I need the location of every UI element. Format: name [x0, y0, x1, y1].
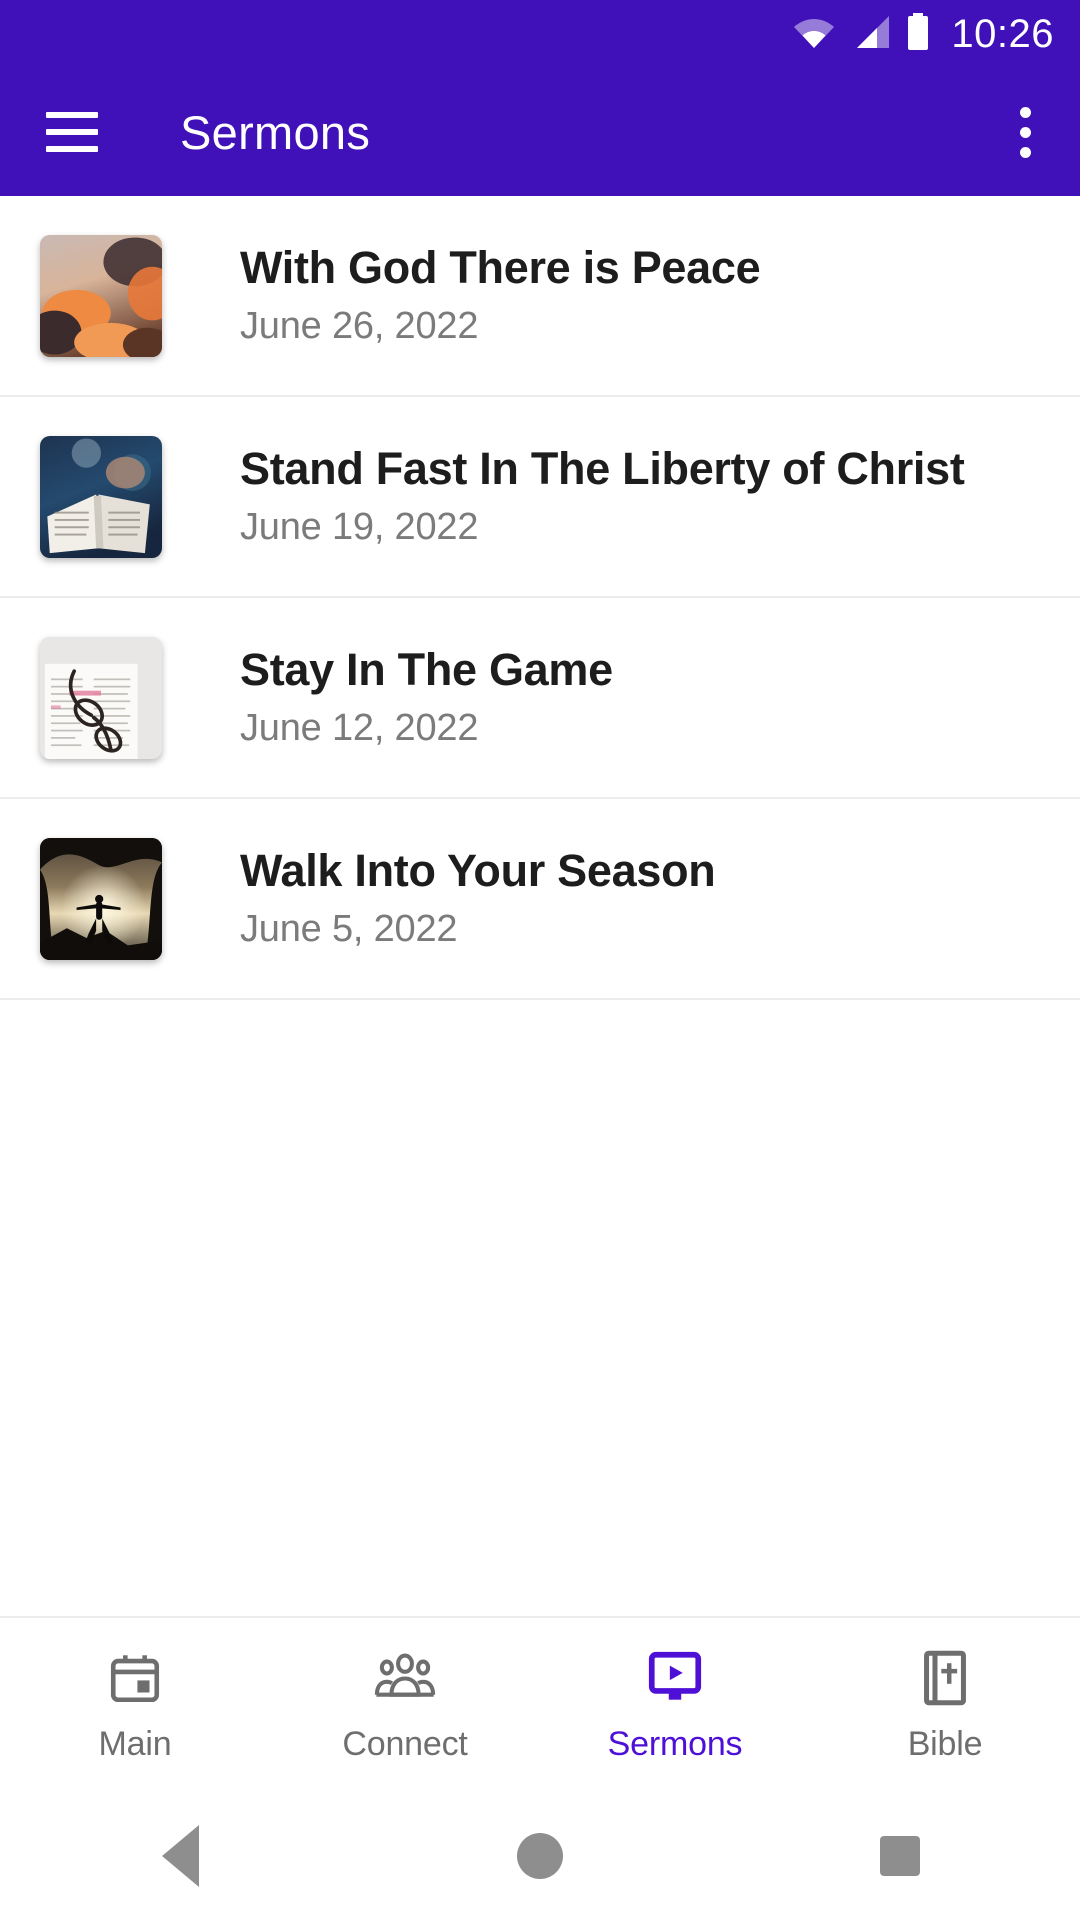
system-navigation-bar: [0, 1792, 1080, 1920]
bottom-tab-bar: Main Connect Sermons Bible: [0, 1616, 1080, 1792]
sermon-text: Walk Into Your Season June 5, 2022: [240, 845, 716, 950]
bible-book-cross-icon: [917, 1647, 973, 1709]
tab-label: Main: [98, 1724, 172, 1763]
recents-square-icon[interactable]: [840, 1816, 960, 1896]
tab-sermons[interactable]: Sermons: [540, 1618, 810, 1792]
list-item[interactable]: Stay In The Game June 12, 2022: [0, 598, 1080, 799]
sermon-text: With God There is Peace June 26, 2022: [240, 242, 761, 347]
calendar-icon: [106, 1647, 164, 1709]
cellular-signal-icon: [849, 15, 891, 54]
sermon-thumbnail: [40, 636, 162, 759]
list-item[interactable]: Stand Fast In The Liberty of Christ June…: [0, 397, 1080, 598]
video-monitor-play-icon: [644, 1647, 706, 1709]
wifi-icon: [793, 15, 835, 54]
back-triangle-icon[interactable]: [120, 1816, 240, 1896]
page-title: Sermons: [180, 105, 371, 159]
sermon-thumbnail: [40, 234, 162, 357]
sermon-text: Stay In The Game June 12, 2022: [240, 644, 613, 749]
sermon-title: Stand Fast In The Liberty of Christ: [240, 443, 965, 495]
sermon-title: With God There is Peace: [240, 242, 761, 294]
sermon-date: June 19, 2022: [240, 505, 479, 548]
status-bar: 10:26: [0, 0, 1080, 68]
sermon-date: June 5, 2022: [240, 907, 458, 950]
tab-bible[interactable]: Bible: [810, 1618, 1080, 1792]
more-vertical-icon[interactable]: [1000, 97, 1050, 167]
app-root: 10:26 Sermons With God There is Peace Ju…: [0, 0, 1080, 1920]
sermon-date: June 26, 2022: [240, 304, 479, 347]
tab-label: Connect: [342, 1724, 468, 1763]
sermon-title: Walk Into Your Season: [240, 845, 716, 897]
app-bar: Sermons: [0, 68, 1080, 196]
sermon-title: Stay In The Game: [240, 644, 613, 696]
list-item[interactable]: Walk Into Your Season June 5, 2022: [0, 799, 1080, 1000]
tab-connect[interactable]: Connect: [270, 1618, 540, 1792]
list-item[interactable]: With God There is Peace June 26, 2022: [0, 196, 1080, 397]
sermon-text: Stand Fast In The Liberty of Christ June…: [240, 443, 965, 548]
status-time: 10:26: [951, 11, 1054, 56]
tab-main[interactable]: Main: [0, 1618, 270, 1792]
sermon-thumbnail: [40, 435, 162, 558]
tab-label: Bible: [907, 1724, 983, 1763]
people-group-icon: [374, 1647, 436, 1709]
sermon-list: With God There is Peace June 26, 2022 St…: [0, 196, 1080, 1616]
home-circle-icon[interactable]: [480, 1816, 600, 1896]
hamburger-menu-icon[interactable]: [46, 112, 98, 152]
tab-label: Sermons: [607, 1724, 743, 1763]
sermon-thumbnail: [40, 837, 162, 960]
sermon-date: June 12, 2022: [240, 706, 479, 749]
battery-icon: [905, 12, 931, 56]
